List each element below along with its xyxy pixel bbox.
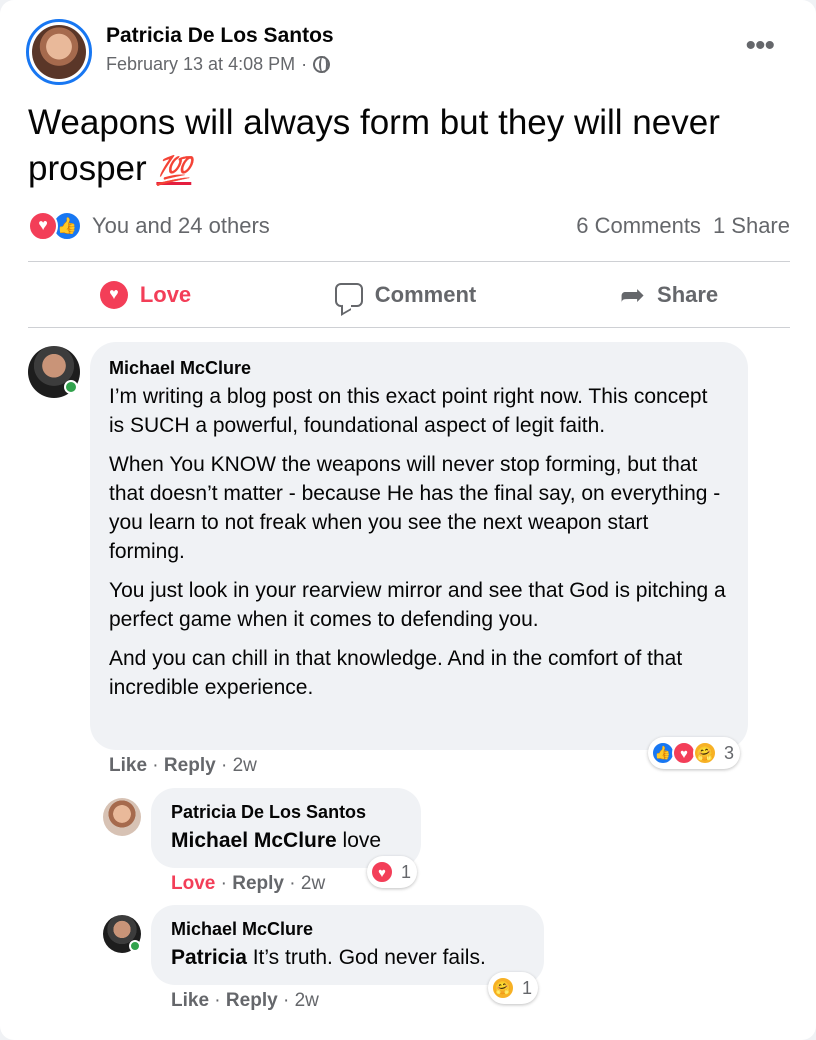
reply-author[interactable]: Patricia De Los Santos bbox=[171, 802, 401, 823]
reply-text: love bbox=[336, 829, 382, 852]
share-icon: ➦ bbox=[619, 278, 646, 312]
reply-body: Michael McClure love bbox=[171, 826, 401, 855]
care-reaction-icon: 🤗 bbox=[693, 741, 717, 765]
reply-reactions-pill[interactable]: 🤗 1 bbox=[488, 972, 539, 1004]
like-link[interactable]: Like bbox=[171, 990, 209, 1011]
comment-reactions-pill[interactable]: 👍 ♥ 🤗 3 bbox=[648, 737, 741, 769]
comment-age[interactable]: 2w bbox=[233, 755, 257, 776]
post-text: Weapons will always form but they will n… bbox=[28, 100, 788, 194]
comment-bubble: Michael McClure I’m writing a blog post … bbox=[90, 342, 748, 750]
online-status-indicator bbox=[129, 940, 141, 952]
reply-author[interactable]: Michael McClure bbox=[171, 919, 524, 940]
reaction-count: 3 bbox=[724, 742, 735, 763]
comments-count[interactable]: 6 Comments bbox=[576, 213, 701, 239]
reply-avatar[interactable] bbox=[103, 798, 141, 836]
online-status-indicator bbox=[64, 380, 78, 394]
comment-actions: Like · Reply · 2w bbox=[109, 755, 257, 776]
comment-button[interactable]: Comment bbox=[334, 282, 477, 308]
reply-reactions-pill[interactable]: ♥ 1 bbox=[367, 856, 418, 888]
care-reaction-icon: 🤗 bbox=[491, 976, 515, 1000]
comment-body: I’m writing a blog post on this exact po… bbox=[109, 382, 728, 702]
comment-paragraph: And you can chill in that knowledge. And… bbox=[109, 647, 683, 699]
comment-paragraph: When You KNOW the weapons will never sto… bbox=[109, 453, 721, 563]
comment-author[interactable]: Michael McClure bbox=[109, 358, 728, 379]
post-timestamp[interactable]: February 13 at 4:08 PM bbox=[106, 54, 295, 75]
reactions-summary[interactable]: You and 24 others bbox=[92, 213, 270, 239]
love-link[interactable]: Love bbox=[171, 873, 215, 894]
reply-age[interactable]: 2w bbox=[301, 873, 325, 894]
divider-bottom bbox=[28, 327, 790, 328]
reply-actions: Love · Reply · 2w bbox=[171, 873, 326, 894]
post-author-name[interactable]: Patricia De Los Santos bbox=[106, 24, 334, 48]
comment-icon bbox=[334, 283, 363, 307]
meta-separator: · bbox=[301, 54, 308, 74]
reaction-count: 1 bbox=[401, 861, 412, 882]
reactions-stats-bar: ♥ 👍 You and 24 others 6 Comments 1 Share bbox=[28, 206, 790, 246]
comment-paragraph: I’m writing a blog post on this exact po… bbox=[109, 385, 708, 437]
reply-actions: Like · Reply · 2w bbox=[171, 990, 319, 1011]
author-avatar[interactable] bbox=[26, 19, 92, 85]
reply-text: It’s truth. God never fails. bbox=[246, 946, 486, 969]
mention-tag[interactable]: Patricia bbox=[171, 946, 247, 969]
post-body: Weapons will always form but they will n… bbox=[28, 103, 720, 188]
post-action-bar: ♥ Love Comment ➦ Share bbox=[28, 262, 790, 328]
hundred-points-emoji: 💯 bbox=[156, 155, 192, 186]
more-options-icon[interactable]: ••• bbox=[745, 31, 774, 61]
post-card: Patricia De Los Santos February 13 at 4:… bbox=[0, 0, 816, 1040]
heart-icon: ♥ bbox=[99, 281, 128, 309]
reaction-count: 1 bbox=[522, 977, 533, 998]
share-label: Share bbox=[657, 282, 719, 307]
reply-link[interactable]: Reply bbox=[164, 755, 216, 776]
avatar-photo bbox=[32, 25, 86, 79]
reply-bubble: Michael McClure Patricia It’s truth. God… bbox=[151, 905, 544, 985]
love-reaction-icon: ♥ bbox=[370, 860, 394, 884]
mention-tag[interactable]: Michael McClure bbox=[171, 829, 337, 852]
reply-age[interactable]: 2w bbox=[295, 990, 319, 1011]
reply-body: Patricia It’s truth. God never fails. bbox=[171, 943, 524, 972]
love-label: Love bbox=[139, 282, 192, 307]
love-button[interactable]: ♥ Love bbox=[99, 281, 192, 309]
comment-paragraph: You just look in your rearview mirror an… bbox=[109, 579, 726, 631]
reply-link[interactable]: Reply bbox=[232, 873, 284, 894]
comment-label: Comment bbox=[374, 282, 477, 307]
globe-icon[interactable] bbox=[313, 56, 331, 73]
shares-count[interactable]: 1 Share bbox=[713, 213, 790, 239]
share-button[interactable]: ➦ Share bbox=[620, 278, 718, 313]
like-link[interactable]: Like bbox=[109, 755, 147, 776]
reply-link[interactable]: Reply bbox=[226, 990, 278, 1011]
love-reaction-icon[interactable]: ♥ bbox=[28, 211, 58, 241]
post-meta: February 13 at 4:08 PM · bbox=[106, 54, 331, 75]
